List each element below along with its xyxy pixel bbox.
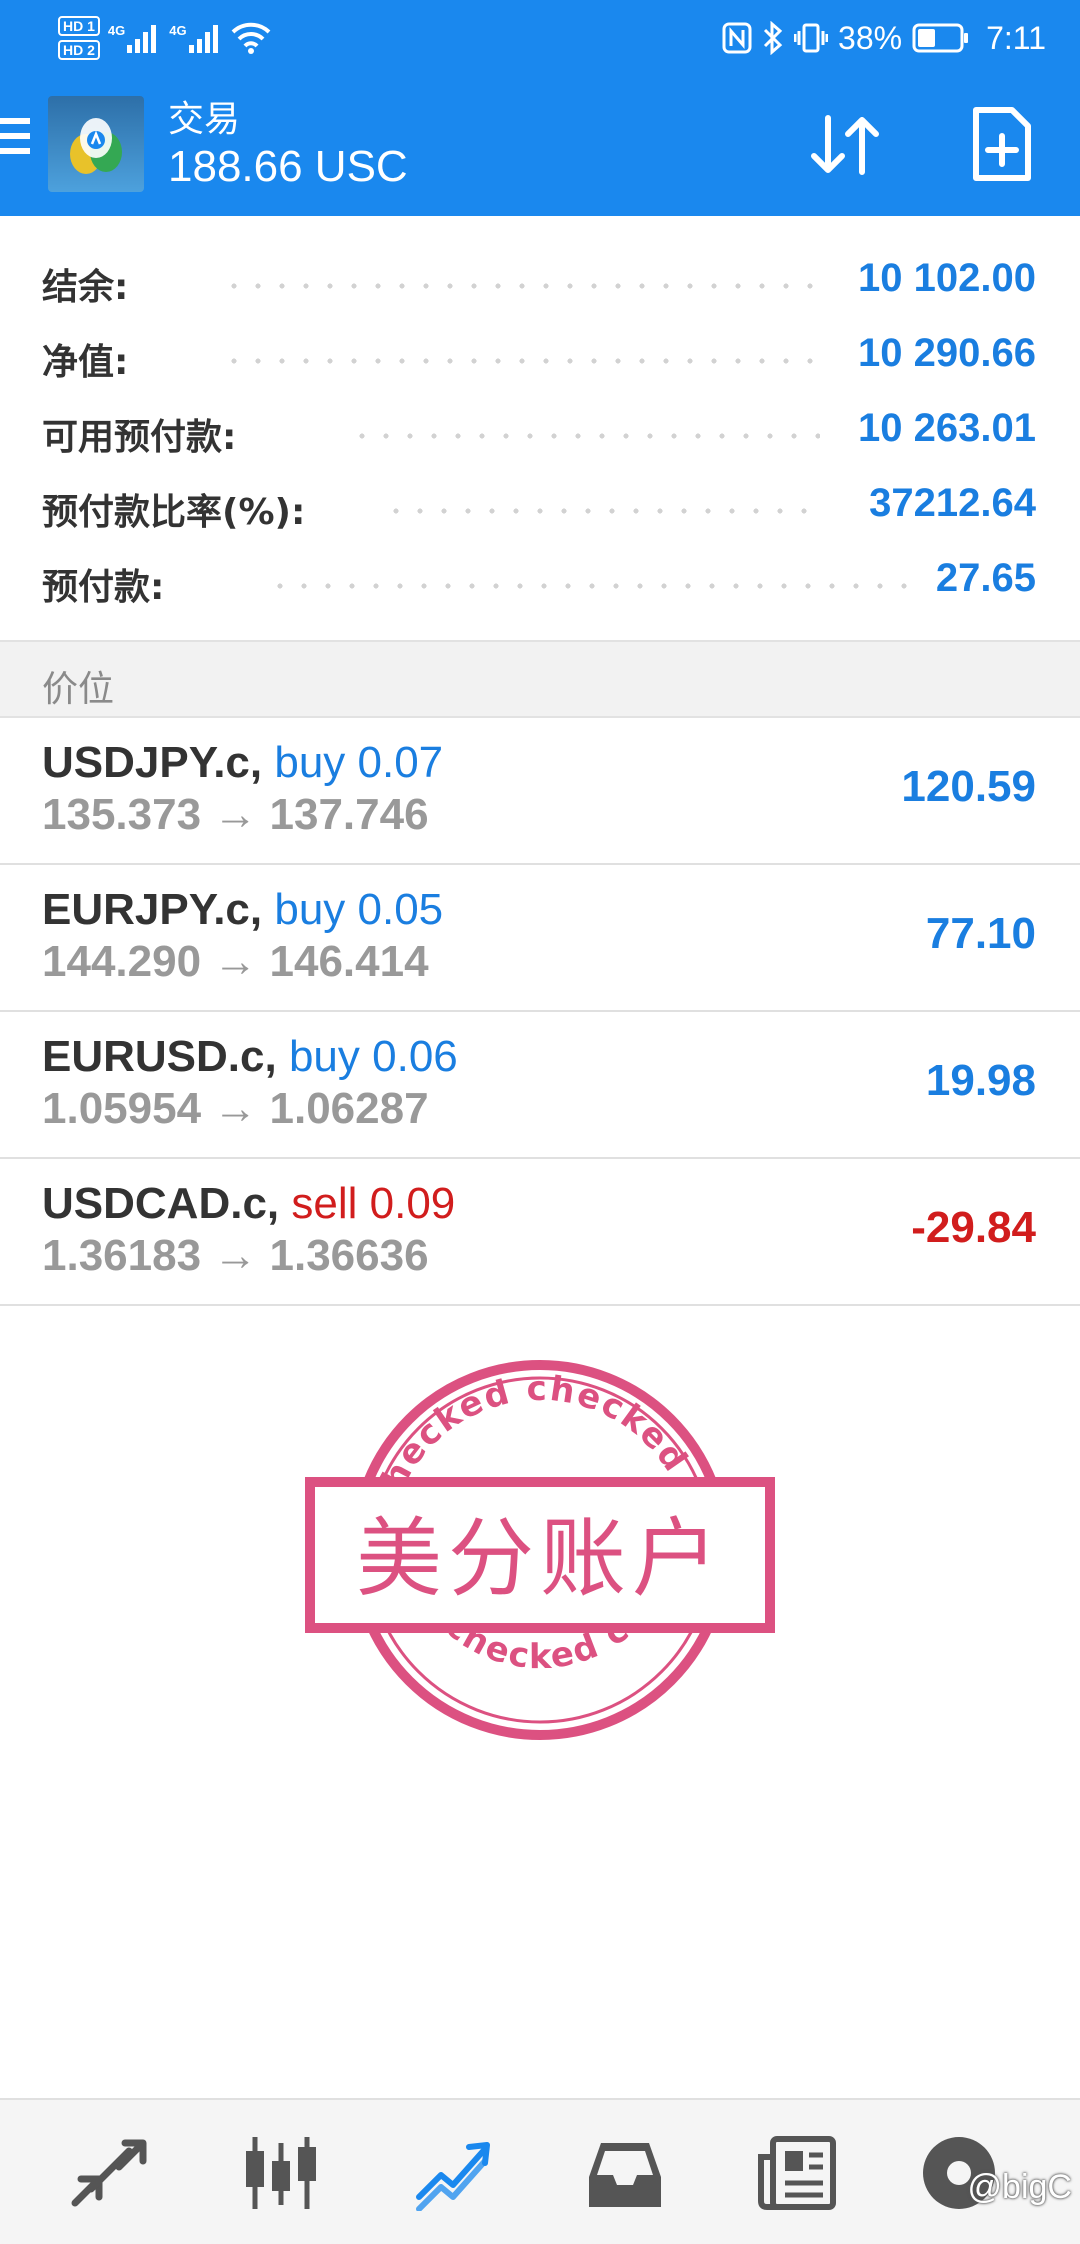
- position-title: USDJPY.c, buy 0.07: [42, 738, 443, 788]
- hamburger-menu-icon[interactable]: [0, 118, 32, 170]
- summary-row-equity: 净值: 10 290.66: [0, 317, 1080, 392]
- battery-icon: [912, 22, 970, 54]
- position-profit: 77.10: [925, 909, 1036, 958]
- position-profit: 120.59: [901, 762, 1036, 811]
- account-type-stamp: checked checked checked checked 美分账户: [287, 1299, 780, 1770]
- summary-value: 37212.64: [849, 481, 1036, 526]
- position-symbol: USDCAD.c,: [42, 1179, 280, 1228]
- wifi-icon: [231, 21, 271, 55]
- position-type: buy 0.06: [288, 1032, 458, 1081]
- bluetooth-icon: [762, 21, 784, 55]
- app-header: 交易 188.66 USC: [0, 76, 1080, 216]
- trade-trend-icon[interactable]: [408, 2128, 498, 2218]
- account-summary: 结余: 10 102.00 净值: 10 290.66 可用预付款: 10 26…: [0, 216, 1080, 640]
- position-type: buy 0.05: [274, 885, 444, 934]
- signal-1-icon: 4G: [108, 23, 159, 53]
- position-type: sell 0.09: [291, 1179, 456, 1228]
- position-row[interactable]: USDJPY.c, buy 0.07 135.373 → 137.746 120…: [0, 718, 1080, 865]
- summary-value: 10 102.00: [838, 256, 1036, 301]
- section-title: 价位: [42, 669, 115, 710]
- summary-label: 预付款:: [42, 558, 185, 610]
- position-type: buy 0.07: [274, 738, 444, 787]
- position-symbol: EURJPY.c,: [42, 885, 263, 934]
- battery-percent: 38%: [838, 19, 903, 56]
- network-type-2: 4G: [169, 23, 187, 38]
- position-prices: 1.05954 → 1.06287: [42, 1084, 429, 1133]
- vibrate-icon: [794, 22, 829, 54]
- summary-row-balance: 结余: 10 102.00: [0, 242, 1080, 317]
- clock: 7:11: [986, 19, 1046, 56]
- positions-section-header: 价位: [0, 640, 1080, 718]
- sort-arrows-icon[interactable]: [806, 112, 886, 178]
- app-logo[interactable]: [48, 96, 144, 192]
- summary-label: 预付款比率(%):: [42, 483, 326, 535]
- leader-dots: [384, 507, 814, 515]
- signal-2-icon: 4G: [169, 23, 220, 53]
- watermark: @bigC: [967, 2168, 1072, 2206]
- account-balance: 188.66 USC: [168, 142, 408, 191]
- position-prices: 135.373 → 137.746: [42, 790, 429, 839]
- inbox-icon[interactable]: [580, 2128, 670, 2218]
- summary-row-margin-level: 预付款比率(%): 37212.64: [0, 467, 1080, 542]
- hd2-badge: HD 2: [58, 40, 100, 60]
- position-row[interactable]: USDCAD.c, sell 0.09 1.36183 → 1.36636 -2…: [0, 1159, 1080, 1306]
- leader-dots: [350, 432, 820, 440]
- position-title: USDCAD.c, sell 0.09: [42, 1179, 455, 1229]
- status-right: 38% 7:11: [712, 0, 1046, 76]
- position-prices: 144.290 → 146.414: [42, 937, 429, 986]
- nfc-icon: [722, 22, 752, 54]
- summary-label: 结余:: [42, 258, 149, 310]
- position-profit: -29.84: [911, 1203, 1036, 1252]
- status-left: HD 1 HD 2 4G 4G: [58, 8, 271, 68]
- leader-dots: [222, 357, 820, 365]
- summary-row-margin: 预付款: 27.65: [0, 542, 1080, 617]
- new-order-document-icon[interactable]: [970, 106, 1034, 182]
- position-profit: 19.98: [925, 1056, 1036, 1105]
- position-title: EURJPY.c, buy 0.05: [42, 885, 443, 935]
- position-row[interactable]: EURUSD.c, buy 0.06 1.05954 → 1.06287 19.…: [0, 1012, 1080, 1159]
- summary-value: 10 290.66: [838, 331, 1036, 376]
- quotes-arrows-icon[interactable]: [64, 2128, 154, 2218]
- position-row[interactable]: EURJPY.c, buy 0.05 144.290 → 146.414 77.…: [0, 865, 1080, 1012]
- position-prices: 1.36183 → 1.36636: [42, 1231, 429, 1280]
- summary-value: 27.65: [915, 556, 1036, 601]
- position-symbol: USDJPY.c,: [42, 738, 263, 787]
- summary-label: 可用预付款:: [42, 408, 257, 460]
- position-title: EURUSD.c, buy 0.06: [42, 1032, 458, 1082]
- news-icon[interactable]: [752, 2128, 842, 2218]
- positions-list: USDJPY.c, buy 0.07 135.373 → 137.746 120…: [0, 718, 1080, 1306]
- position-symbol: EURUSD.c,: [42, 1032, 277, 1081]
- status-bar: HD 1 HD 2 4G 4G 38% 7:11: [0, 0, 1080, 76]
- leader-dots: [222, 282, 820, 290]
- summary-label: 净值:: [42, 333, 149, 385]
- leader-dots: [268, 582, 908, 590]
- network-type-1: 4G: [107, 23, 126, 38]
- bottom-navigation: @bigC: [0, 2098, 1080, 2244]
- chart-candlestick-icon[interactable]: [236, 2128, 326, 2218]
- summary-row-free-margin: 可用预付款: 10 263.01: [0, 392, 1080, 467]
- page-title: 交易: [168, 99, 241, 140]
- summary-value: 10 263.01: [838, 406, 1036, 451]
- hd1-badge: HD 1: [58, 16, 100, 36]
- stamp-text: 美分账户: [356, 1509, 724, 1609]
